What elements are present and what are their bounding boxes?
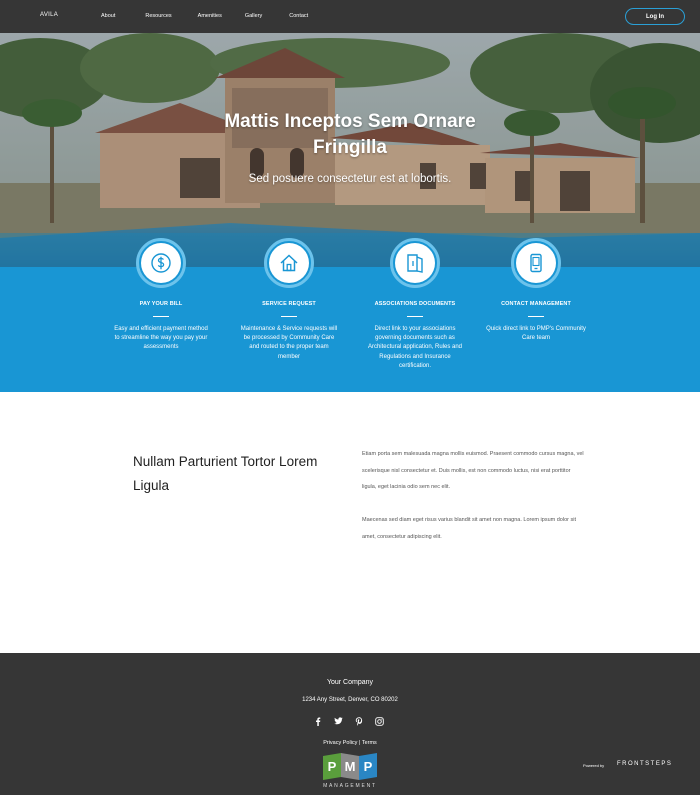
house-icon bbox=[280, 254, 298, 272]
feature-description: Direct link to your associations governi… bbox=[367, 326, 463, 369]
feature-icon-badge bbox=[395, 243, 435, 283]
instagram-icon[interactable] bbox=[375, 716, 385, 726]
dollar-icon bbox=[151, 253, 171, 273]
feature-description: Easy and efficient payment method to str… bbox=[114, 326, 208, 351]
feature-contact-management[interactable]: CONTACT MANAGEMENT Quick direct link to … bbox=[476, 238, 596, 343]
content-paragraph-2: Maecenas sed diam eget risus varius blan… bbox=[362, 517, 576, 540]
social-links bbox=[313, 716, 395, 726]
feature-pay-bill[interactable]: PAY YOUR BILL Easy and efficient payment… bbox=[101, 238, 221, 353]
hero-banner: Mattis Inceptos Sem Ornare Fringilla Sed… bbox=[0, 33, 700, 267]
document-icon bbox=[407, 254, 423, 273]
feature-icon-badge bbox=[516, 243, 556, 283]
logo-letter-p2: P bbox=[364, 759, 373, 774]
pinterest-icon[interactable] bbox=[354, 716, 364, 726]
logo-letter-m: M bbox=[345, 759, 356, 774]
feature-title: ASSOCIATIONS DOCUMENTS bbox=[374, 301, 456, 307]
twitter-icon[interactable] bbox=[334, 716, 344, 726]
footer-address: 1234 Any Street, Denver, CO 80202 bbox=[302, 697, 398, 703]
brand-name[interactable]: AVILA bbox=[40, 12, 58, 18]
frontsteps-logo[interactable]: FRONTSTEPS bbox=[617, 761, 672, 767]
pmp-logo-mark: P M P bbox=[323, 753, 377, 780]
feature-title: CONTACT MANAGEMENT bbox=[501, 301, 571, 307]
feature-title: PAY YOUR BILL bbox=[139, 301, 183, 307]
footer: Your Company 1234 Any Street, Denver, CO… bbox=[0, 653, 700, 795]
feature-icon-ring bbox=[511, 238, 561, 288]
nav-link-gallery[interactable]: Gallery bbox=[245, 13, 262, 19]
feature-icon-badge bbox=[269, 243, 309, 283]
features-band: PAY YOUR BILL Easy and efficient payment… bbox=[0, 238, 700, 392]
nav-link-amenities[interactable]: Amenities bbox=[198, 13, 222, 19]
nav-link-resources[interactable]: Resources bbox=[145, 13, 171, 19]
content-heading: Nullam Parturient Tortor Lorem Ligula bbox=[133, 454, 318, 493]
feature-divider bbox=[153, 316, 169, 317]
top-nav: AVILA About Resources Amenities Gallery … bbox=[0, 0, 700, 33]
feature-description: Quick direct link to PMP's Community Car… bbox=[486, 326, 586, 342]
terms-link[interactable]: Terms bbox=[362, 740, 377, 746]
footer-company-name: Your Company bbox=[326, 679, 374, 686]
feature-icon-ring bbox=[390, 238, 440, 288]
powered-by-label: Powered by bbox=[583, 763, 605, 768]
content-paragraph-1: Etiam porta sem malesuada magna mollis e… bbox=[362, 451, 584, 490]
privacy-policy-link[interactable]: Privacy Policy bbox=[323, 740, 357, 746]
logo-wordmark: MANAGEMENT bbox=[323, 783, 377, 789]
nav-link-about[interactable]: About bbox=[101, 13, 115, 19]
login-button[interactable]: Log In bbox=[625, 8, 685, 25]
hero-title: Mattis Inceptos Sem Ornare Fringilla bbox=[224, 111, 476, 158]
feature-divider bbox=[407, 316, 423, 317]
feature-icon-ring bbox=[136, 238, 186, 288]
feature-divider bbox=[528, 316, 544, 317]
logo-letter-p1: P bbox=[328, 759, 337, 774]
feature-description: Maintenance & Service requests will be p… bbox=[240, 326, 338, 360]
footer-link-separator: | bbox=[358, 740, 361, 746]
footer-links: Privacy Policy | Terms bbox=[0, 740, 700, 746]
feature-association-documents[interactable]: ASSOCIATIONS DOCUMENTS Direct link to yo… bbox=[355, 238, 475, 371]
nav-links: About Resources Amenities Gallery Contac… bbox=[101, 13, 334, 19]
nav-link-contact[interactable]: Contact bbox=[289, 13, 308, 19]
feature-service-request[interactable]: SERVICE REQUEST Maintenance & Service re… bbox=[229, 238, 349, 362]
feature-icon-ring bbox=[264, 238, 314, 288]
hero-subtitle: Sed posuere consectetur est at lobortis. bbox=[248, 173, 452, 185]
facebook-icon[interactable] bbox=[313, 716, 323, 726]
feature-divider bbox=[281, 316, 297, 317]
pmp-management-logo[interactable]: P M P MANAGEMENT bbox=[320, 752, 380, 792]
feature-title: SERVICE REQUEST bbox=[262, 301, 316, 307]
feature-icon-badge bbox=[141, 243, 181, 283]
mobile-icon bbox=[530, 253, 542, 273]
